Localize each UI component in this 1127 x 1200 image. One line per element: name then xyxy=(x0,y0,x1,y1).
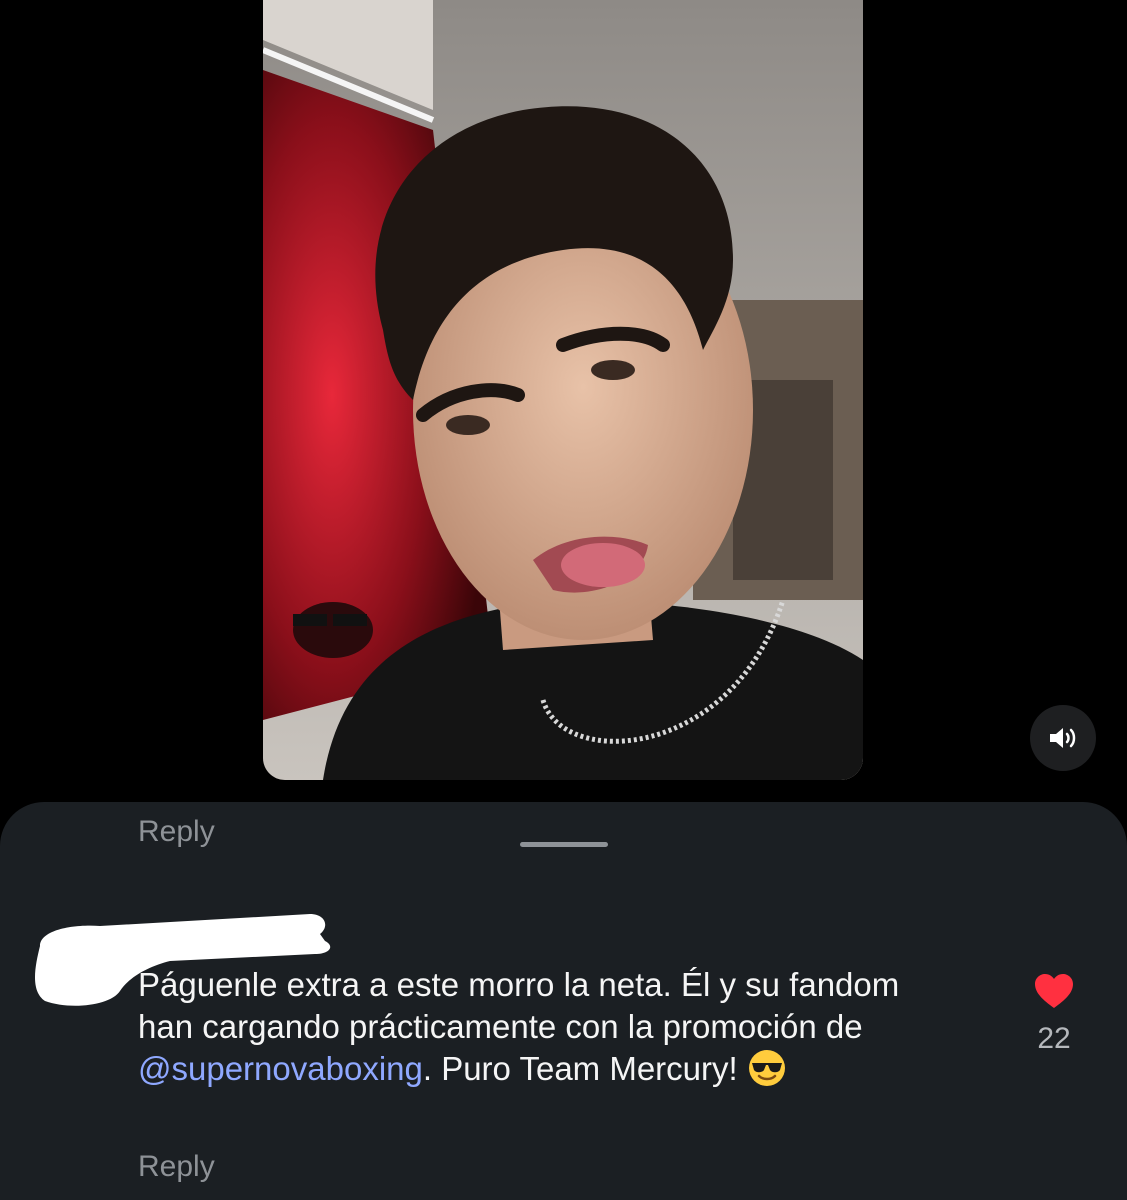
screen: Reply Páguenle extra a este morro la net… xyxy=(0,0,1127,1200)
comments-sheet: Reply Páguenle extra a este morro la net… xyxy=(0,802,1127,1200)
reply-button[interactable]: Reply xyxy=(138,1150,215,1184)
like-control: 22 xyxy=(1030,972,1078,1056)
video-player[interactable] xyxy=(263,0,863,780)
speaker-volume-icon xyxy=(1050,728,1076,748)
mention-link[interactable]: @supernovaboxing xyxy=(138,1050,423,1087)
sunglasses-emoji-icon xyxy=(748,1050,785,1086)
comment-text-part-1: Páguenle extra a este morro la neta. Él … xyxy=(138,966,900,1045)
comment-text-part-2: . Puro Team Mercury! xyxy=(422,1050,747,1087)
video-frame xyxy=(263,0,863,780)
previous-reply-link[interactable]: Reply xyxy=(138,816,215,876)
like-count: 22 xyxy=(1037,1022,1071,1055)
sound-toggle-button[interactable] xyxy=(1030,705,1096,771)
heart-icon[interactable] xyxy=(1033,972,1075,1010)
sheet-grabber-handle[interactable] xyxy=(520,842,608,847)
comment-body: Páguenle extra a este morro la neta. Él … xyxy=(138,964,938,1090)
